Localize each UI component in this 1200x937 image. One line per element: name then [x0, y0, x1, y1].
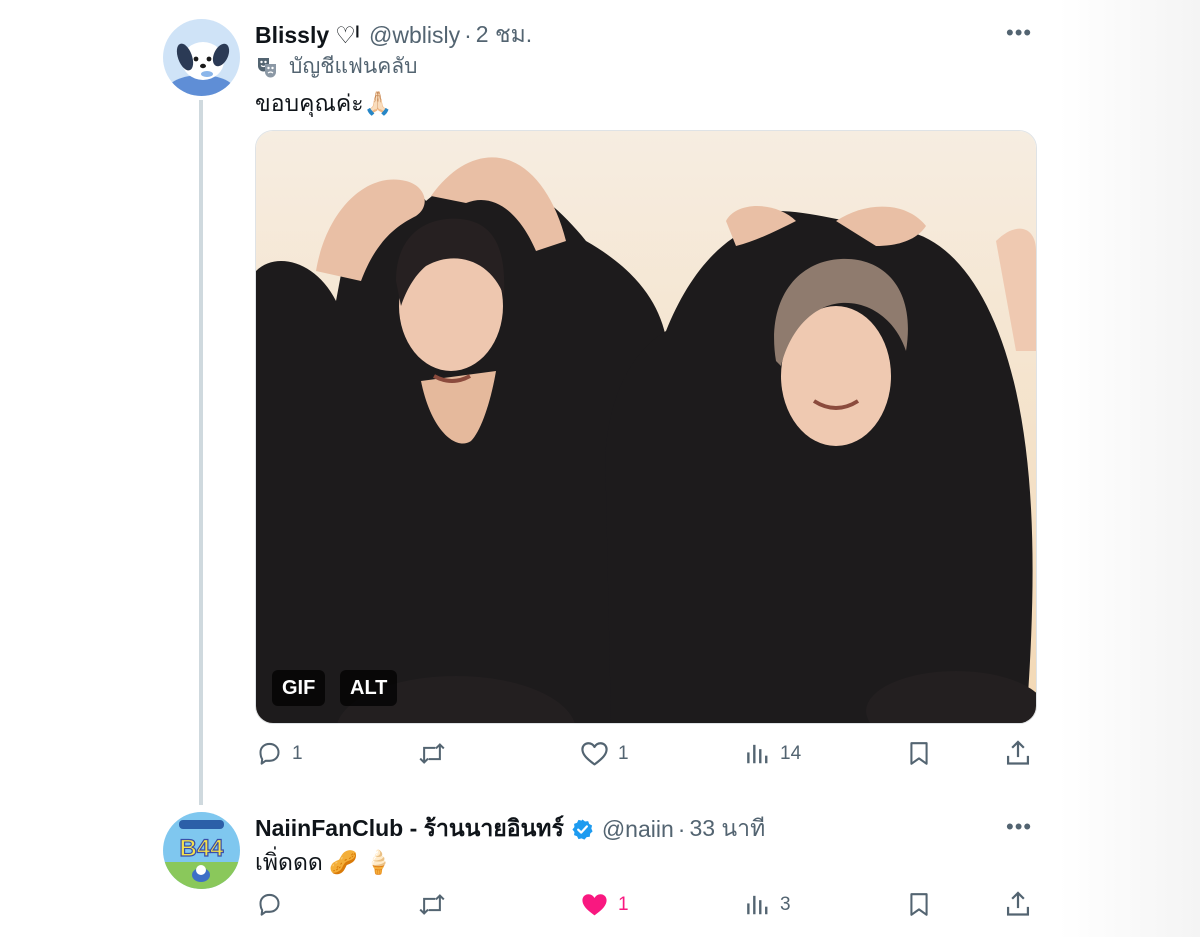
tweet-text: ขอบคุณค่ะ🙏🏻 [255, 90, 393, 116]
retweet-icon [419, 894, 445, 915]
display-name[interactable]: NaiinFanClub - ร้านนายอินทร์ [255, 811, 564, 847]
heart-filled-icon [582, 894, 607, 916]
like-count: 1 [618, 742, 629, 764]
bookmark-icon [910, 893, 928, 916]
reply-count: 1 [292, 742, 303, 764]
gif-badge: GIF [272, 670, 326, 706]
user-handle[interactable]: @naiin [602, 816, 674, 843]
reply-icon [259, 742, 280, 765]
theater-masks-icon [255, 55, 279, 79]
bookmark-button[interactable] [906, 740, 932, 767]
reply-button[interactable]: 1 [256, 740, 303, 767]
fan-account-text: บัญชีแฟนคลับ [289, 55, 418, 78]
tweet-header: Blissly ♡ˡ @wblisly · 2 ชม. [255, 17, 532, 53]
reply-button[interactable] [256, 891, 292, 918]
display-name[interactable]: Blissly [255, 22, 329, 49]
like-button[interactable]: 1 [580, 740, 629, 767]
more-options-button[interactable]: ••• [1006, 814, 1032, 840]
alt-text-button[interactable]: ALT [340, 670, 398, 706]
retweet-icon [419, 743, 445, 764]
right-edge-panel [1058, 0, 1200, 937]
avatar-blissly[interactable] [163, 19, 240, 96]
views-button[interactable]: 3 [745, 891, 791, 918]
verified-badge-icon [571, 818, 594, 841]
separator-dot: · [464, 21, 472, 48]
retweet-button[interactable] [417, 740, 456, 767]
like-button[interactable]: 1 [580, 891, 629, 918]
display-name-suffix: ♡ˡ [335, 21, 360, 48]
views-chart-icon [747, 895, 768, 915]
more-options-button[interactable]: ••• [1006, 20, 1032, 46]
retweet-button[interactable] [417, 891, 456, 918]
thread-connector-line [199, 100, 203, 805]
share-button[interactable] [1004, 739, 1032, 767]
tweet-media-gif[interactable]: GIF ALT [255, 130, 1037, 724]
views-chart-icon [747, 744, 768, 764]
heart-icon [581, 742, 608, 766]
tweet-header: NaiinFanClub - ร้านนายอินทร์ @naiin · 33… [255, 811, 765, 847]
bookmark-button[interactable] [906, 891, 932, 918]
fan-account-label: บัญชีแฟนคลับ [255, 50, 417, 83]
share-icon [1006, 740, 1030, 765]
bookmark-icon [910, 742, 928, 765]
tweet-text: เพิ่ดดด 🥜 🍦 [255, 849, 393, 875]
reply-icon [259, 893, 280, 916]
user-handle[interactable]: @wblisly [369, 22, 460, 49]
separator-dot: · [677, 815, 686, 842]
timestamp[interactable]: 2 ชม. [476, 17, 532, 53]
avatar-naiin[interactable]: B44 [163, 812, 240, 889]
view-count: 14 [780, 742, 802, 764]
share-button[interactable] [1004, 890, 1032, 918]
avatar-logo-text: B44 [179, 835, 224, 862]
views-button[interactable]: 14 [745, 740, 801, 767]
timestamp[interactable]: 33 นาที [689, 811, 765, 847]
share-icon [1006, 891, 1030, 916]
view-count: 3 [780, 893, 791, 915]
like-count: 1 [618, 893, 629, 915]
